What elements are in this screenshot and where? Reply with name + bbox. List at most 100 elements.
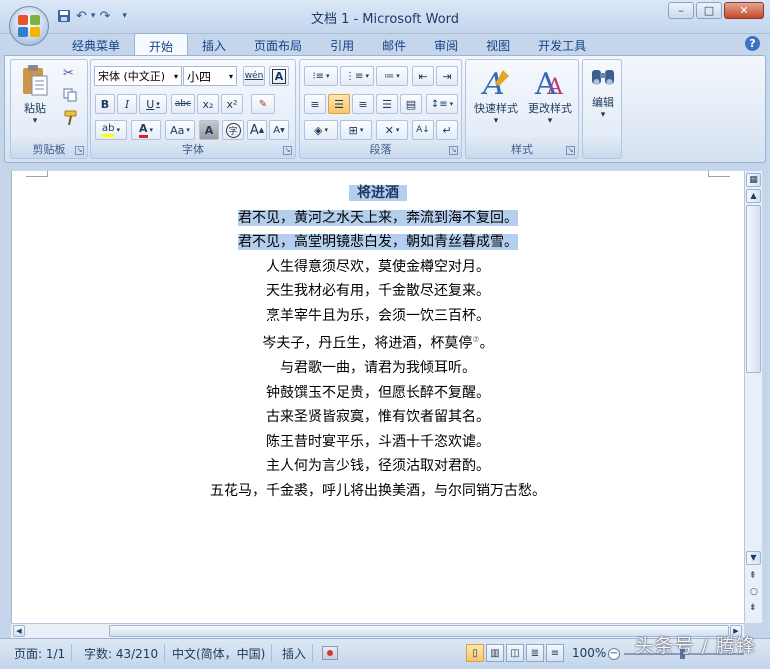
page-count[interactable]: 页面: 1/1 [8, 644, 73, 662]
font-size-dropdown[interactable]: 小四 ▾ [183, 66, 237, 86]
outline-view-icon[interactable]: ≣ [526, 644, 544, 662]
macro-record-icon[interactable] [322, 646, 338, 660]
quick-styles-button[interactable]: A 快速样式 ▾ [470, 66, 522, 126]
italic-button[interactable]: I [117, 94, 137, 114]
print-layout-view-icon[interactable]: ▯ [466, 644, 484, 662]
draft-view-icon[interactable]: ≡ [546, 644, 564, 662]
tab-references[interactable]: 引用 [316, 33, 368, 55]
chevron-down-icon: ▾ [156, 100, 160, 108]
cut-icon[interactable]: ✂ [63, 66, 74, 81]
font-launcher-icon[interactable]: ↘ [283, 146, 292, 155]
zoom-out-icon[interactable]: − [608, 648, 620, 660]
vertical-scroll-thumb[interactable] [746, 205, 761, 373]
editing-button[interactable]: 编辑 ▾ [585, 64, 621, 120]
borders-button[interactable]: ⊞ ▾ [340, 120, 372, 140]
bold-button[interactable]: B [95, 94, 115, 114]
poem-title: 将进酒 [349, 185, 407, 201]
tab-view[interactable]: 视图 [472, 33, 524, 55]
format-painter-icon[interactable] [63, 110, 77, 126]
justify-button[interactable]: ☰ [376, 94, 398, 114]
sort-icon: A↓ [416, 125, 430, 135]
shrink-font-button[interactable]: A ▼ [269, 120, 289, 140]
clear-formatting-button[interactable]: ✎ [251, 94, 275, 114]
poem-line: 君不见，高堂明镜悲白发，朝如青丝暮成雪。 [238, 234, 518, 250]
office-button[interactable] [9, 6, 49, 46]
underline-icon: U [146, 97, 155, 111]
character-border-button[interactable]: A [269, 66, 289, 86]
next-page-icon[interactable]: ⇟ [749, 603, 757, 613]
font-color-button[interactable]: A ▾ [131, 120, 161, 140]
chevron-down-icon: ▾ [493, 116, 499, 126]
phonetic-guide-button[interactable]: wén [243, 66, 265, 86]
bullets-button[interactable]: ⁝≡ ▾ [304, 66, 338, 86]
previous-page-icon[interactable]: ⇞ [749, 571, 757, 581]
align-center-button[interactable]: ☰ [328, 94, 350, 114]
line-spacing-button[interactable]: ↕≡ ▾ [426, 94, 458, 114]
show-marks-button[interactable]: ↵ [436, 120, 458, 140]
zoom-level[interactable]: 100% [566, 644, 612, 662]
maximize-button[interactable]: □ [696, 2, 722, 19]
poem-line: 陈王昔时宴平乐，斗酒十千恣欢谑。 [266, 433, 490, 450]
enclose-characters-button[interactable]: 字 [222, 120, 244, 140]
word-count[interactable]: 字数: 43/210 [78, 644, 166, 662]
decrease-indent-button[interactable]: ⇤ [412, 66, 434, 86]
clear-formatting-icon: ✎ [258, 98, 268, 110]
sort-button[interactable]: A↓ [412, 120, 434, 140]
paragraph-group: ⁝≡ ▾ ⋮≡ ▾ ≔ ▾ ⇤ ⇥ ≡ ☰ ≡ ☰ ▤ ↕≡ ▾ ◈ ▾ ⊞ ▾ ✕ ▾ A↓… [299, 59, 462, 159]
underline-button[interactable]: U ▾ [139, 94, 167, 114]
distributed-button[interactable]: ▤ [400, 94, 422, 114]
scroll-down-icon[interactable]: ▼ [746, 551, 761, 565]
shading-button[interactable]: ◈ ▾ [304, 120, 338, 140]
tab-review[interactable]: 审阅 [420, 33, 472, 55]
copy-icon[interactable] [63, 88, 77, 102]
strikethrough-button[interactable]: abc [171, 94, 195, 114]
tab-home[interactable]: 开始 [134, 33, 189, 55]
align-center-icon: ☰ [334, 97, 344, 111]
footnote-mark[interactable]: ⑦ [472, 335, 479, 344]
change-case-button[interactable]: Aa ▾ [165, 120, 195, 140]
web-layout-icon[interactable]: ◫ [506, 644, 524, 662]
document-text[interactable]: 将进酒 君不见，黄河之水天上来，奔流到海不复回。 君不见，高堂明镜悲白发，朝如青… [12, 181, 744, 503]
poem-line: 天生我材必有用，千金散尽还复来。 [266, 283, 490, 299]
character-border-icon: A [271, 68, 287, 84]
character-shading-button[interactable]: A [199, 120, 219, 140]
shrink-font-icon: A [273, 124, 281, 136]
full-screen-reading-icon[interactable]: ▥ [486, 644, 504, 662]
scroll-left-icon[interactable]: ◀ [13, 625, 25, 637]
paste-dropdown-icon[interactable]: ▾ [33, 116, 38, 126]
font-name-dropdown[interactable]: 宋体 (中文正) ▾ [94, 66, 182, 86]
scroll-up-icon[interactable]: ▲ [746, 189, 761, 203]
change-styles-button[interactable]: AA 更改样式 ▾ [524, 66, 576, 126]
title-bar: ↶ ▾ ↷ ▾ 文档 1 - Microsoft Word – □ ✕ [0, 0, 770, 46]
superscript-button[interactable]: x² [221, 94, 243, 114]
minimize-button[interactable]: – [668, 2, 694, 19]
tab-insert[interactable]: 插入 [188, 33, 240, 55]
highlight-button[interactable]: ab ▾ [95, 120, 127, 140]
browse-object-icon[interactable]: ○ [750, 587, 758, 597]
tab-classic-menu[interactable]: 经典菜单 [58, 33, 134, 55]
document-page[interactable]: 将进酒 君不见，黄河之水天上来，奔流到海不复回。 君不见，高堂明镜悲白发，朝如青… [11, 171, 744, 623]
align-left-button[interactable]: ≡ [304, 94, 326, 114]
chinese-layout-button[interactable]: ✕ ▾ [376, 120, 408, 140]
paste-button[interactable]: 粘贴 ▾ [17, 64, 53, 126]
grow-font-button[interactable]: A ▲ [247, 120, 267, 140]
tab-mailings[interactable]: 邮件 [368, 33, 420, 55]
paragraph-launcher-icon[interactable]: ↘ [449, 146, 458, 155]
poem-line: 君不见，黄河之水天上来，奔流到海不复回。 [238, 209, 518, 226]
insert-mode[interactable]: 插入 [276, 644, 314, 662]
help-icon[interactable]: ? [745, 36, 760, 51]
clipboard-launcher-icon[interactable]: ↘ [75, 146, 84, 155]
tab-page-layout[interactable]: 页面布局 [240, 33, 316, 55]
ruler-toggle-icon[interactable]: ▦ [746, 173, 761, 187]
increase-indent-button[interactable]: ⇥ [436, 66, 458, 86]
tab-developer[interactable]: 开发工具 [524, 33, 600, 55]
subscript-button[interactable]: x₂ [197, 94, 219, 114]
vertical-scrollbar[interactable]: ▦ ▲ ▼ ⇞ ○ ⇟ [744, 171, 762, 623]
close-button[interactable]: ✕ [724, 2, 764, 19]
styles-group-label: 样式 [511, 143, 533, 156]
language-status[interactable]: 中文(简体，中国) [166, 644, 273, 662]
styles-launcher-icon[interactable]: ↘ [566, 146, 575, 155]
multilevel-list-button[interactable]: ≔ ▾ [376, 66, 408, 86]
align-right-button[interactable]: ≡ [352, 94, 374, 114]
numbering-button[interactable]: ⋮≡ ▾ [340, 66, 374, 86]
